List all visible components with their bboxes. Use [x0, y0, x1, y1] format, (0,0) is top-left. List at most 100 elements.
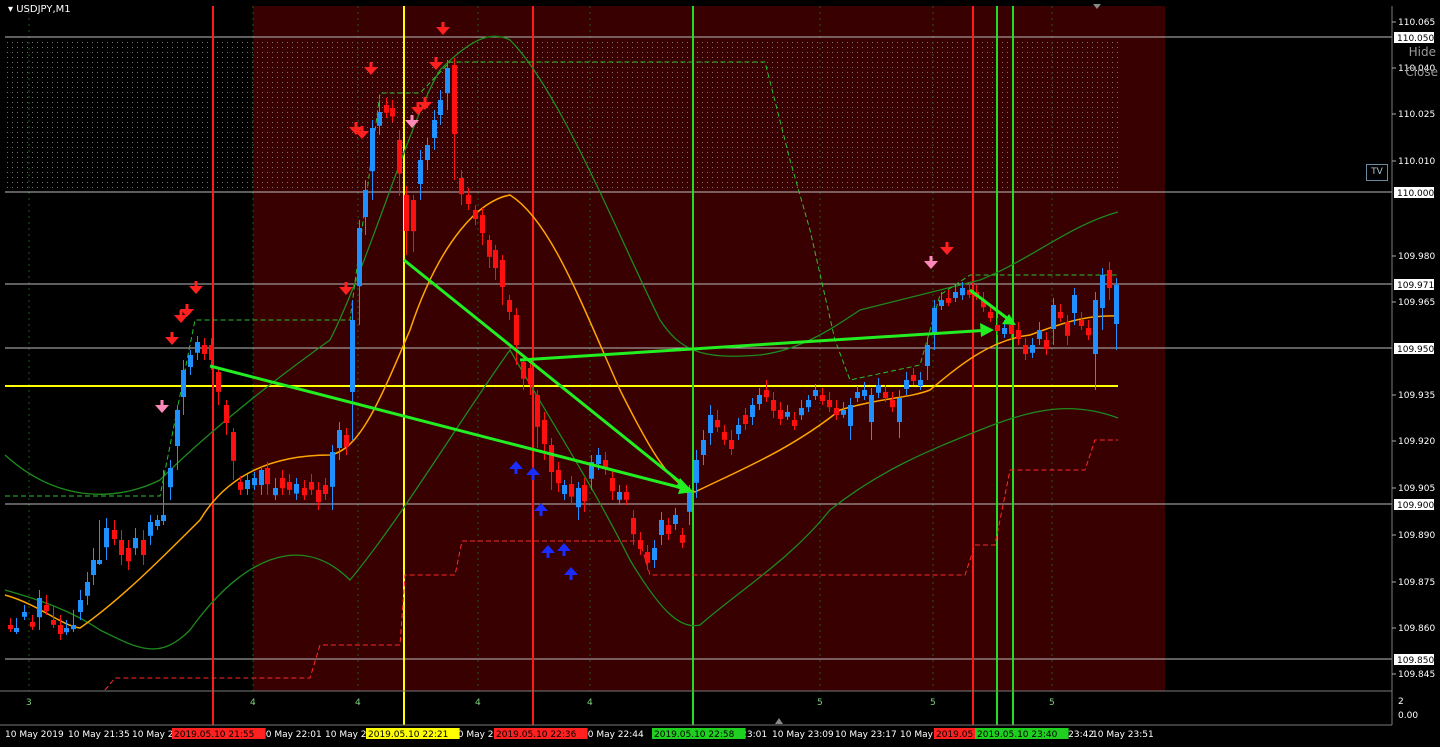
candle-body: [528, 368, 533, 385]
price-chart[interactable]: 34444555 110.065110.040110.025110.010109…: [0, 0, 1440, 747]
session-count-label: 4: [250, 698, 256, 708]
candle-body: [384, 105, 389, 113]
time-marker-tag: 2019.05.10 22:21: [368, 730, 448, 740]
candle-body: [181, 370, 186, 397]
close-button[interactable]: Close: [1405, 65, 1438, 79]
candle-body: [148, 522, 153, 536]
time-label: 10 May 23:51: [1092, 730, 1154, 740]
candle-body: [97, 560, 102, 564]
candle-body: [1051, 305, 1056, 329]
candle-body: [610, 478, 615, 492]
candle-body: [1058, 312, 1063, 318]
hide-button[interactable]: Hide: [1409, 45, 1436, 59]
price-tick: 109.845: [1398, 670, 1435, 680]
candle-body: [897, 398, 902, 422]
time-label: 10 May 2: [325, 730, 367, 740]
candle-body: [715, 420, 720, 428]
candle-body: [216, 372, 221, 392]
candle-body: [287, 482, 292, 490]
candle-body: [377, 112, 382, 126]
candle-body: [771, 400, 776, 411]
candle-body: [1100, 275, 1105, 308]
candle-body: [694, 460, 699, 483]
candle-body: [562, 485, 567, 494]
candle-body: [252, 478, 257, 486]
candle-body: [904, 380, 909, 389]
candle-body: [1002, 328, 1007, 334]
candle-body: [119, 540, 124, 555]
candle-body: [78, 600, 83, 612]
symbol-label: USDJPY,M1: [16, 4, 71, 15]
candle-body: [337, 430, 342, 448]
time-label: 10 May: [900, 730, 934, 740]
candle-body: [1107, 270, 1112, 288]
session-count-label: 4: [355, 698, 361, 708]
candle-body: [466, 195, 471, 204]
candle-body: [238, 482, 243, 490]
candle-body: [582, 485, 587, 502]
candle-body: [1093, 300, 1098, 354]
candle-body: [14, 628, 19, 632]
session-count-label: 3: [26, 698, 32, 708]
candle-body: [708, 415, 713, 433]
time-marker-tag: 2019.05.10 22:36: [496, 730, 577, 740]
candle-body: [743, 415, 748, 424]
candle-body: [1030, 345, 1035, 353]
price-tick: 109.920: [1398, 437, 1435, 447]
candle-body: [22, 612, 27, 617]
candle-body: [827, 400, 832, 408]
candle-body: [344, 435, 349, 447]
candle-body: [112, 530, 117, 539]
candle-body: [542, 420, 547, 444]
candle-body: [175, 410, 180, 446]
candle-body: [58, 625, 63, 634]
session-count-label: 4: [475, 698, 481, 708]
candle-body: [1037, 330, 1042, 339]
candle-body: [155, 520, 160, 526]
candle-body: [309, 482, 314, 490]
sub-axis-top: 2: [1398, 697, 1404, 707]
price-level-label: 109.971: [1397, 281, 1434, 291]
candle-body: [556, 470, 561, 484]
candle-body: [960, 288, 965, 296]
candle-body: [224, 405, 229, 423]
symbol-title[interactable]: ▾ USDJPY,M1: [8, 4, 71, 15]
price-tick: 110.025: [1398, 110, 1435, 120]
candle-body: [104, 528, 109, 548]
time-label: 10 May 23:17: [835, 730, 897, 740]
dropdown-icon[interactable]: ▾: [8, 4, 16, 15]
candle-body: [44, 605, 49, 611]
price-tick: 109.965: [1398, 298, 1435, 308]
tv-button[interactable]: TV: [1366, 164, 1388, 181]
candle-body: [890, 400, 895, 408]
candle-body: [1072, 295, 1077, 313]
candle-body: [245, 480, 250, 489]
candle-body: [404, 195, 409, 231]
candle-body: [1009, 325, 1014, 334]
candle-body: [841, 410, 846, 415]
candle-body: [445, 68, 450, 94]
candle-body: [265, 468, 270, 485]
price-tick: 109.890: [1398, 531, 1435, 541]
sub-axis-bottom: 0.00: [1398, 711, 1418, 721]
candle-body: [473, 210, 478, 219]
candle-body: [549, 445, 554, 472]
candle-body: [1079, 320, 1084, 326]
candle-body: [785, 412, 790, 417]
candle-body: [1044, 340, 1049, 349]
candle-body: [168, 468, 173, 488]
candle-body: [792, 420, 797, 426]
candle-body: [673, 515, 678, 524]
candle-body: [736, 425, 741, 434]
candle-body: [71, 625, 76, 630]
candle-body: [30, 622, 35, 627]
candle-body: [161, 515, 166, 521]
candle-body: [432, 120, 437, 138]
candle-body: [638, 540, 643, 549]
candle-body: [8, 625, 13, 630]
candle-body: [848, 405, 853, 426]
time-marker-tag: 2019.05.10 21:55: [174, 730, 254, 740]
candle-body: [316, 490, 321, 502]
candle-body: [195, 342, 200, 353]
candle-body: [259, 470, 264, 485]
